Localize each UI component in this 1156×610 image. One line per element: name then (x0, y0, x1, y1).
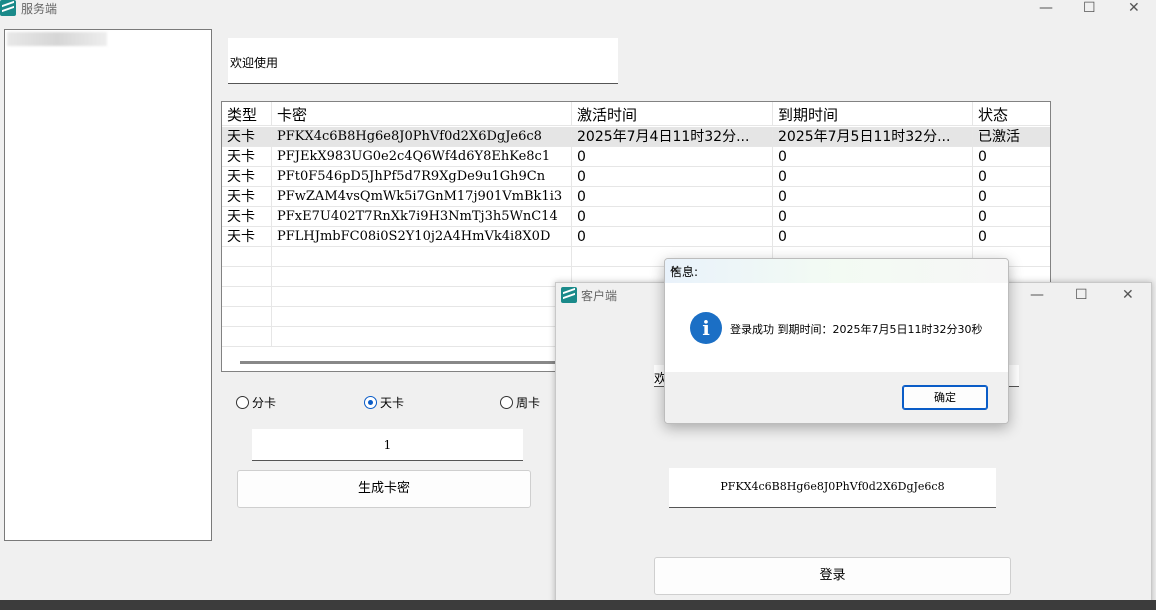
table-row[interactable]: 天卡 PFKX4c6B8Hg6e8J0PhVf0d2X6DgJe6c8 2025… (222, 127, 1050, 147)
table-row[interactable]: 天卡 PFJEkX983UG0e2c4Q6Wf4d6Y8EhKe8c1 0 0 … (222, 147, 1050, 167)
column-header-activated[interactable]: 激活时间 (572, 102, 773, 125)
dialog-message: 登录成功 到期时间：2025年7月5日11时32分30秒 (730, 323, 983, 336)
cell-card: PFLHJmbFC08i0S2Y10j2A4HmVk4i8X0D (272, 227, 572, 246)
cell-status: 0 (978, 169, 987, 185)
cell-expires: 0 (773, 187, 973, 206)
cell-activated: 2025年7月4日11时32分... (572, 127, 773, 146)
cell-status: 0 (978, 149, 987, 165)
card-count-input[interactable]: 1 (252, 429, 523, 461)
cell-card: PFJEkX983UG0e2c4Q6Wf4d6Y8EhKe8c1 (272, 147, 572, 166)
app-icon (561, 287, 577, 303)
cell-activated: 0 (572, 207, 773, 226)
server-log-list[interactable] (4, 29, 212, 541)
cell-type: 天卡 (222, 167, 272, 186)
server-welcome-field[interactable]: 欢迎使用 (228, 38, 618, 84)
cell-card: PFxE7U402T7RnXk7i9H3NmTj3h5WnC14 (272, 207, 572, 226)
cell-type: 天卡 (222, 127, 272, 146)
cell-activated: 0 (572, 167, 773, 186)
cell-status: 已激活 (978, 129, 1020, 145)
column-header-status[interactable]: 状态 (973, 102, 1050, 125)
cell-status: 0 (978, 189, 987, 205)
table-row[interactable]: 天卡 PFxE7U402T7RnXk7i9H3NmTj3h5WnC14 0 0 … (222, 207, 1050, 227)
grid-header-row: 类型 卡密 激活时间 到期时间 状态 (222, 102, 1050, 126)
column-header-card[interactable]: 卡密 (272, 102, 572, 125)
radio-day-card[interactable]: 天卡 (364, 394, 404, 411)
info-icon: i (690, 312, 722, 344)
column-header-type[interactable]: 类型 (222, 102, 272, 125)
server-titlebar: 服务端 — ☐ ✕ (0, 0, 1156, 22)
blurred-item (7, 32, 107, 46)
radio-button-checked[interactable] (364, 396, 377, 409)
close-icon[interactable]: ✕ (1122, 287, 1134, 303)
generate-card-button[interactable]: 生成卡密 (237, 470, 531, 508)
server-welcome-text: 欢迎使用 (230, 56, 279, 70)
maximize-icon[interactable]: ☐ (1083, 0, 1096, 16)
card-key-input[interactable]: PFKX4c6B8Hg6e8J0PhVf0d2X6DgJe6c8 (669, 468, 996, 508)
cell-expires: 0 (773, 147, 973, 166)
cell-card: PFKX4c6B8Hg6e8J0PhVf0d2X6DgJe6c8 (272, 127, 572, 146)
cell-activated: 0 (572, 147, 773, 166)
radio-label: 天卡 (380, 396, 405, 410)
client-window-title: 客户端 (581, 289, 618, 303)
minimize-icon[interactable]: — (1039, 0, 1053, 16)
cell-activated: 0 (572, 227, 773, 246)
radio-week-card[interactable]: 周卡 (500, 394, 540, 411)
cell-type: 天卡 (222, 187, 272, 206)
close-icon[interactable]: ✕ (1128, 0, 1140, 16)
close-icon[interactable]: ✕ (670, 263, 999, 277)
maximize-icon[interactable]: ☐ (1075, 287, 1088, 303)
server-window-title: 服务端 (21, 2, 58, 16)
cell-expires: 2025年7月5日11时32分... (773, 127, 973, 146)
radio-button[interactable] (236, 396, 249, 409)
radio-button[interactable] (500, 396, 513, 409)
column-header-expires[interactable]: 到期时间 (773, 102, 973, 125)
minimize-icon[interactable]: — (1030, 287, 1044, 303)
cell-card: PFwZAM4vsQmWk5i7GnM17j901VmBk1i3 (272, 187, 572, 206)
radio-label: 周卡 (516, 396, 541, 410)
cell-expires: 0 (773, 167, 973, 186)
cell-type: 天卡 (222, 147, 272, 166)
cell-type: 天卡 (222, 207, 272, 226)
horizontal-scrollbar[interactable] (240, 361, 570, 364)
dialog-titlebar: 信息: ✕ (665, 259, 1008, 283)
table-row[interactable]: 天卡 PFwZAM4vsQmWk5i7GnM17j901VmBk1i3 0 0 … (222, 187, 1050, 207)
radio-minute-card[interactable]: 分卡 (236, 394, 276, 411)
radio-label: 分卡 (252, 396, 277, 410)
cell-activated: 0 (572, 187, 773, 206)
cell-expires: 0 (773, 207, 973, 226)
table-row[interactable]: 天卡 PFLHJmbFC08i0S2Y10j2A4HmVk4i8X0D 0 0 … (222, 227, 1050, 247)
app-icon (0, 0, 16, 16)
taskbar-edge (0, 600, 1156, 610)
cell-type: 天卡 (222, 227, 272, 246)
cell-card: PFt0F546pD5JhPf5d7R9XgDe9u1Gh9Cn (272, 167, 572, 186)
cell-status: 0 (978, 209, 987, 225)
table-row[interactable]: 天卡 PFt0F546pD5JhPf5d7R9XgDe9u1Gh9Cn 0 0 … (222, 167, 1050, 187)
cell-expires: 0 (773, 227, 973, 246)
login-button[interactable]: 登录 (654, 557, 1011, 595)
info-dialog: 信息: ✕ i 登录成功 到期时间：2025年7月5日11时32分30秒 确定 (664, 258, 1009, 424)
cell-status: 0 (978, 229, 987, 245)
dialog-footer: 确定 (665, 372, 1008, 423)
ok-button[interactable]: 确定 (902, 385, 988, 410)
